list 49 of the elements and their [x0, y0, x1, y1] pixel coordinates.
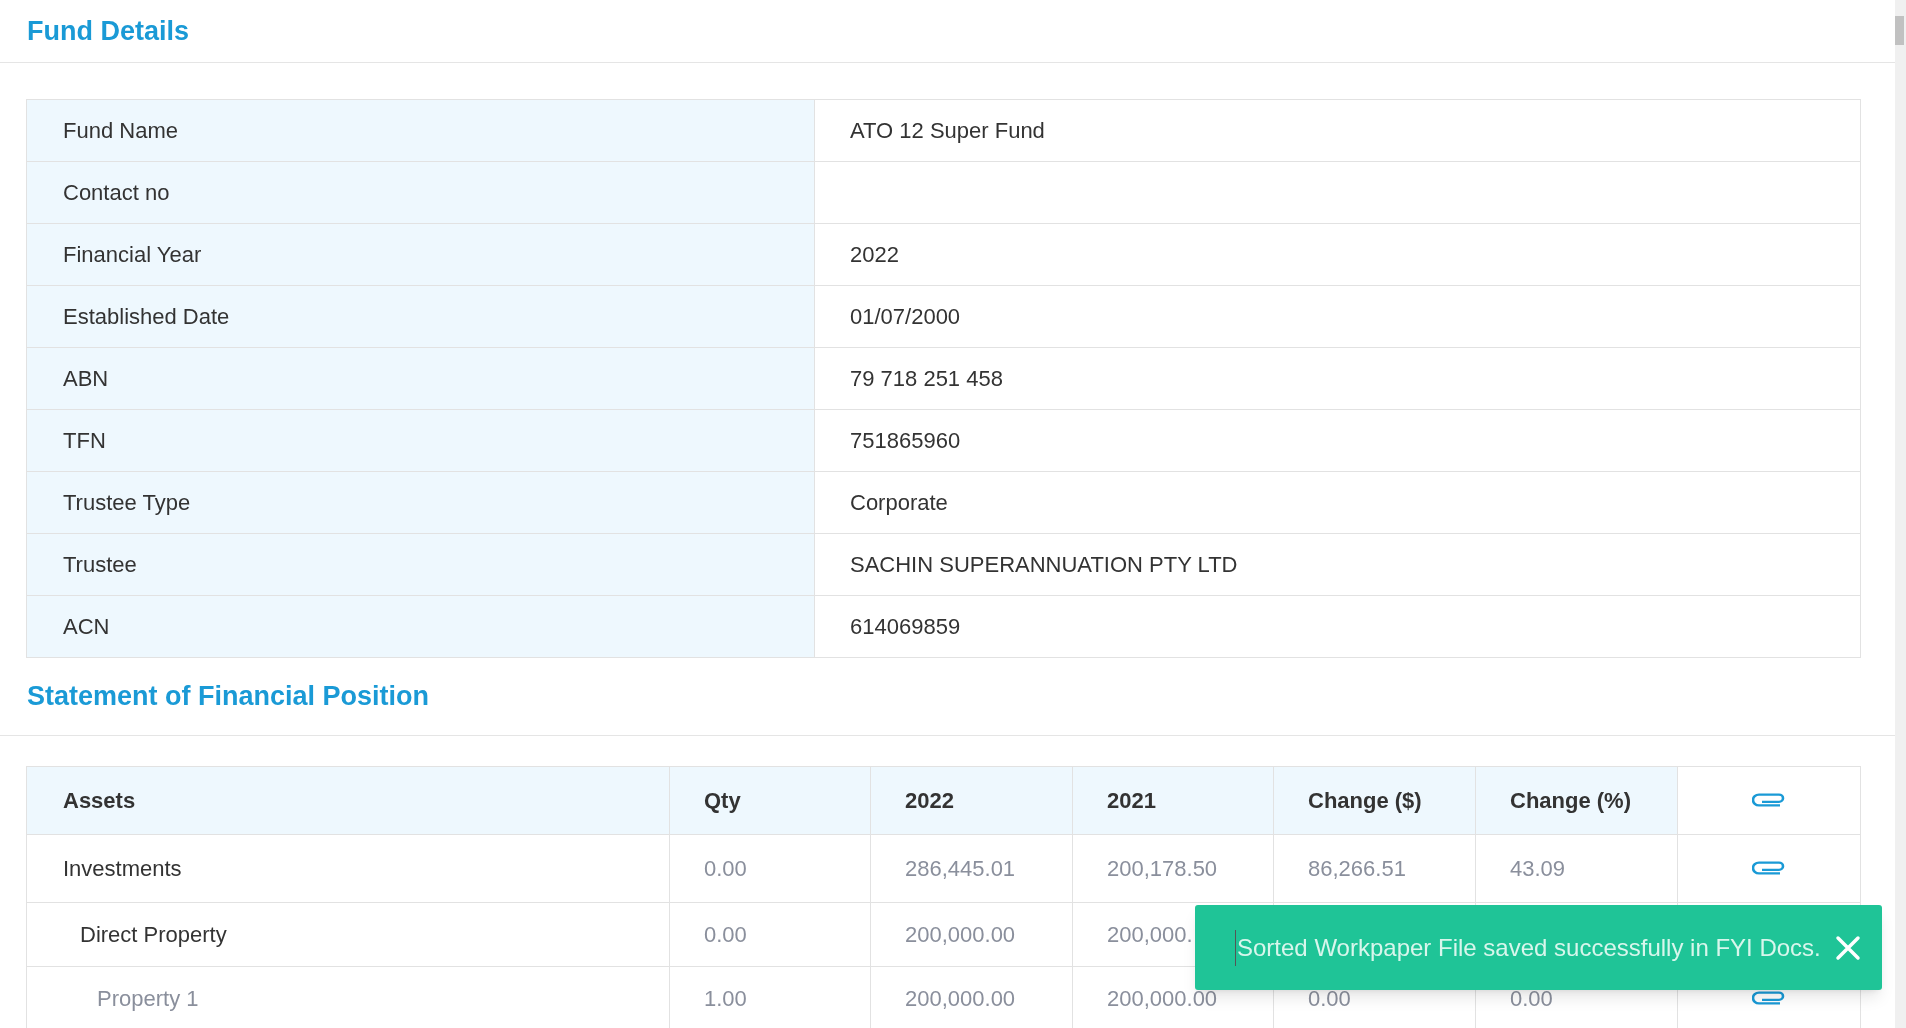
table-cell: 200,178.50	[1107, 856, 1218, 881]
column-header: Change ($)	[1308, 788, 1422, 813]
table-cell: 200,000.00	[905, 986, 1016, 1011]
field-label: Financial Year	[63, 242, 202, 267]
field-label: ACN	[63, 614, 110, 639]
field-label: Trustee Type	[63, 490, 191, 515]
paperclip-icon[interactable]	[1752, 860, 1786, 877]
field-label: Contact no	[63, 180, 170, 205]
table-cell: 200,000.00	[1107, 986, 1218, 1011]
section-title: Fund Details	[27, 14, 189, 48]
toast-message: Sorted Workpaper File saved successfully in FYI Docs.	[1235, 929, 1821, 966]
field-value: SACHIN SUPERANNUATION PTY LTD	[850, 552, 1238, 577]
table-cell: 1.00	[704, 986, 747, 1011]
field-label: TFN	[63, 428, 106, 453]
table-cell: 0.00	[1308, 986, 1351, 1011]
paperclip-icon[interactable]	[1752, 990, 1786, 1007]
row-label: Investments	[63, 856, 182, 881]
field-value: 614069859	[850, 614, 961, 639]
field-value: 01/07/2000	[850, 304, 961, 329]
table-cell: 200,000.	[1107, 922, 1193, 947]
section-title: Statement of Financial Position	[27, 680, 430, 714]
field-value: 79 718 251 458	[850, 366, 1003, 391]
row-label: Direct Property	[80, 922, 227, 947]
table-cell: 286,445.01	[905, 856, 1016, 881]
paperclip-icon[interactable]	[1752, 792, 1786, 809]
table-cell: 86,266.51	[1308, 856, 1406, 881]
field-label: ABN	[63, 366, 109, 391]
table-cell: 0.00	[704, 922, 747, 947]
field-value: 2022	[850, 242, 899, 267]
close-button[interactable]	[1834, 933, 1861, 962]
row-label: Property 1	[97, 986, 199, 1011]
table-cell: 0.00	[1510, 986, 1553, 1011]
field-value: Corporate	[850, 490, 948, 515]
scrollbar[interactable]	[1895, 0, 1906, 1028]
table-cell: 200,000.00	[905, 922, 1016, 947]
field-label: Trustee	[63, 552, 137, 577]
field-value: ATO 12 Super Fund	[850, 118, 1045, 143]
column-header: Assets	[63, 788, 136, 813]
field-value: 751865960	[850, 428, 961, 453]
column-header: Change (%)	[1510, 788, 1631, 813]
column-header: 2022	[905, 788, 954, 813]
close-icon	[1834, 934, 1861, 961]
field-label: Fund Name	[63, 118, 178, 143]
column-header: Qty	[704, 788, 741, 813]
table-cell: 0.00	[704, 856, 747, 881]
field-label: Established Date	[63, 304, 230, 329]
column-header: 2021	[1107, 788, 1156, 813]
table-cell: 43.09	[1510, 856, 1566, 881]
scrollbar-thumb[interactable]	[1895, 16, 1904, 45]
